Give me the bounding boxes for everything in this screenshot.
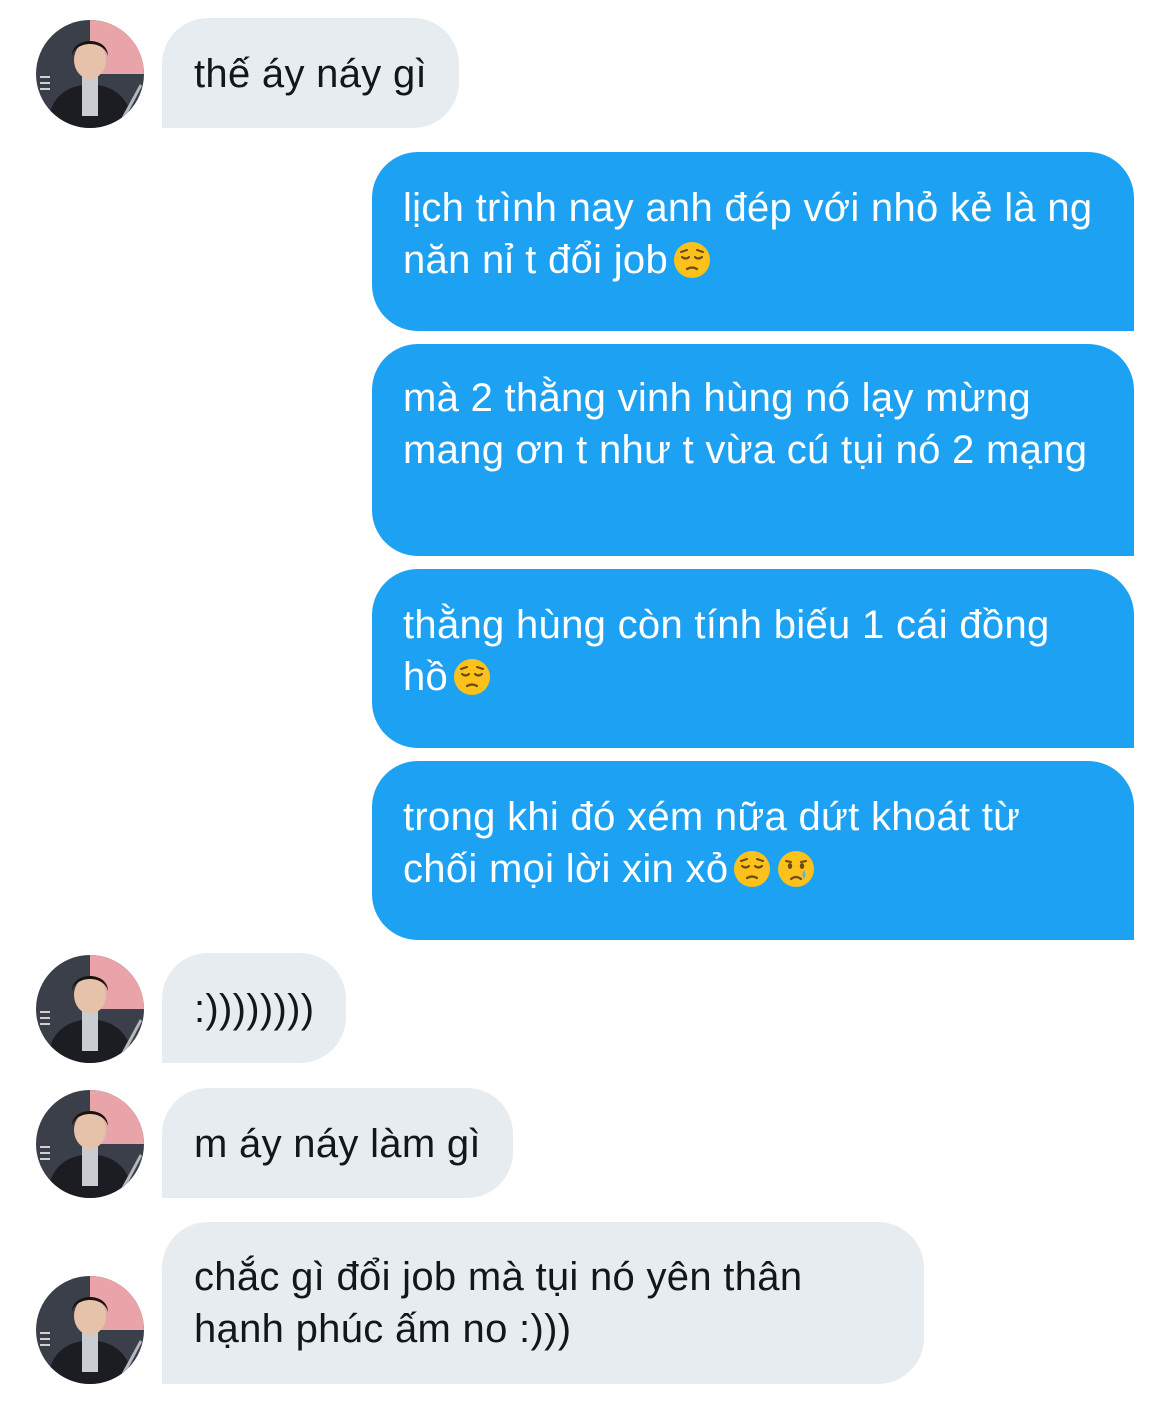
avatar-image [36, 1090, 144, 1198]
message-bubble-outgoing[interactable]: thằng hùng còn tính biếu 1 cái đồng hồ [372, 569, 1134, 748]
message-bubble-outgoing[interactable]: lịch trình nay anh đép với nhỏ kẻ là ng … [372, 152, 1134, 331]
message-text: trong khi đó xém nữa dứt khoát từ chối m… [403, 795, 1021, 891]
avatar-image [36, 1276, 144, 1384]
message-text: mà 2 thằng vinh hùng nó lạy mừng mang ơn… [403, 376, 1088, 472]
message-bubble-incoming[interactable]: chắc gì đổi job mà tụi nó yên thân hạnh … [162, 1222, 924, 1384]
pensive-face-icon [672, 240, 712, 280]
pensive-face-icon [452, 657, 492, 697]
message-bubble-incoming[interactable]: m áy náy làm gì [162, 1088, 513, 1198]
crying-face-icon [776, 849, 816, 889]
message-text: :)))))))) [194, 987, 315, 1031]
sender-avatar[interactable] [36, 955, 144, 1063]
message-text: m áy náy làm gì [194, 1122, 481, 1166]
sender-avatar[interactable] [36, 20, 144, 128]
message-bubble-incoming[interactable]: thế áy náy gì [162, 18, 459, 128]
avatar-image [36, 955, 144, 1063]
avatar-image [36, 20, 144, 128]
sender-avatar[interactable] [36, 1276, 144, 1384]
sender-avatar[interactable] [36, 1090, 144, 1198]
message-bubble-outgoing[interactable]: mà 2 thằng vinh hùng nó lạy mừng mang ơn… [372, 344, 1134, 556]
pensive-face-icon [732, 849, 772, 889]
message-bubble-outgoing[interactable]: trong khi đó xém nữa dứt khoát từ chối m… [372, 761, 1134, 940]
message-text: thằng hùng còn tính biếu 1 cái đồng hồ [403, 603, 1050, 699]
message-text: lịch trình nay anh đép với nhỏ kẻ là ng … [403, 186, 1093, 282]
message-text: chắc gì đổi job mà tụi nó yên thân hạnh … [194, 1255, 803, 1351]
message-bubble-incoming[interactable]: :)))))))) [162, 953, 347, 1063]
message-text: thế áy náy gì [194, 52, 427, 96]
